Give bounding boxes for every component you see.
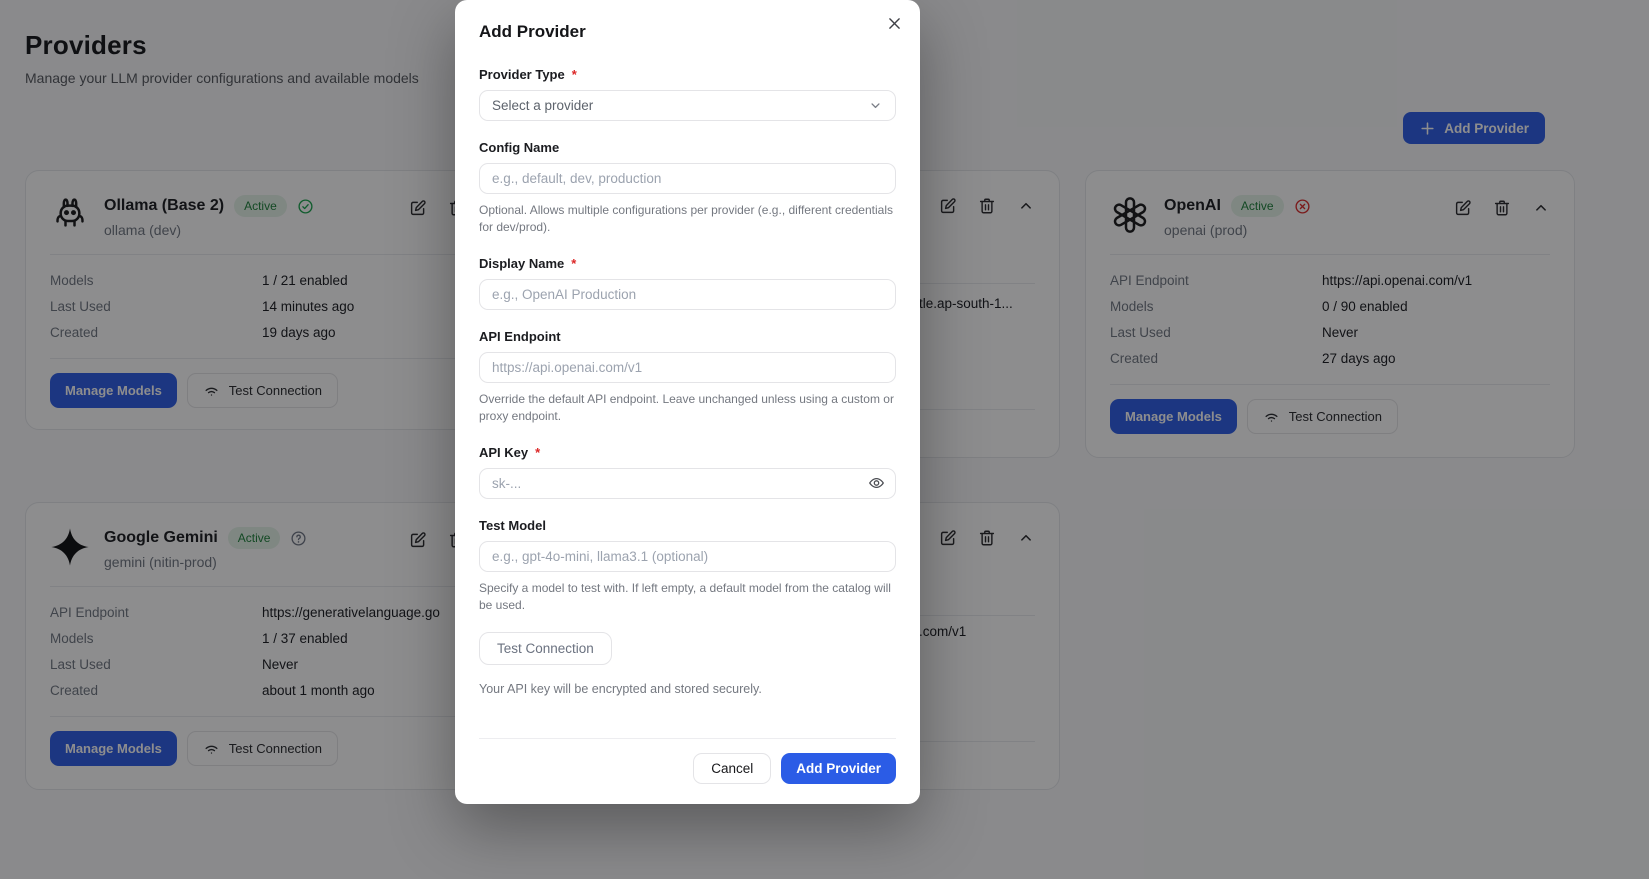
- field-label: Config Name: [479, 140, 560, 155]
- modal-add-provider-button[interactable]: Add Provider: [781, 753, 896, 784]
- add-provider-modal: Add Provider Provider Type * Select a pr…: [455, 0, 920, 804]
- chevron-down-icon: [871, 103, 880, 109]
- field-api-key: API Key *: [479, 445, 896, 499]
- field-api-endpoint: API Endpoint Override the default API en…: [479, 329, 896, 426]
- close-icon: [889, 18, 900, 29]
- required-mark: *: [571, 67, 577, 82]
- field-label: Display Name: [479, 255, 565, 271]
- field-label: API Endpoint: [479, 328, 561, 344]
- eye-icon: [869, 478, 884, 489]
- field-provider-type: Provider Type * Select a provider: [479, 67, 896, 121]
- field-helper: Specify a model to test with. If left em…: [479, 580, 891, 612]
- modal-test-connection-button[interactable]: Test Connection: [479, 632, 612, 666]
- modal-title: Add Provider: [479, 22, 586, 41]
- field-label: Test Model: [479, 517, 546, 533]
- close-button[interactable]: [886, 15, 903, 32]
- field-helper: Override the default API endpoint. Leave…: [479, 391, 894, 424]
- required-mark: *: [535, 444, 541, 460]
- field-config-name: Config Name Optional. Allows multiple co…: [479, 140, 896, 237]
- api-endpoint-input[interactable]: [479, 351, 896, 383]
- field-label: Provider Type: [479, 67, 565, 82]
- config-name-input[interactable]: [479, 163, 896, 194]
- provider-type-select[interactable]: Select a provider: [479, 90, 896, 121]
- field-label: API Key: [479, 444, 529, 460]
- test-model-input[interactable]: [479, 540, 896, 572]
- field-display-name: Display Name *: [479, 256, 896, 310]
- api-key-input[interactable]: [479, 467, 896, 499]
- field-test-model: Test Model Specify a model to test with.…: [479, 518, 896, 615]
- security-note: Your API key will be encrypted and store…: [479, 682, 762, 697]
- field-helper: Optional. Allows multiple configurations…: [479, 203, 893, 235]
- modal-footer: Cancel Add Provider: [479, 738, 896, 784]
- select-value: Select a provider: [492, 98, 594, 113]
- cancel-button[interactable]: Cancel: [693, 753, 772, 784]
- display-name-input[interactable]: [479, 278, 896, 310]
- toggle-key-visibility-button[interactable]: [868, 475, 885, 492]
- required-mark: *: [571, 255, 577, 271]
